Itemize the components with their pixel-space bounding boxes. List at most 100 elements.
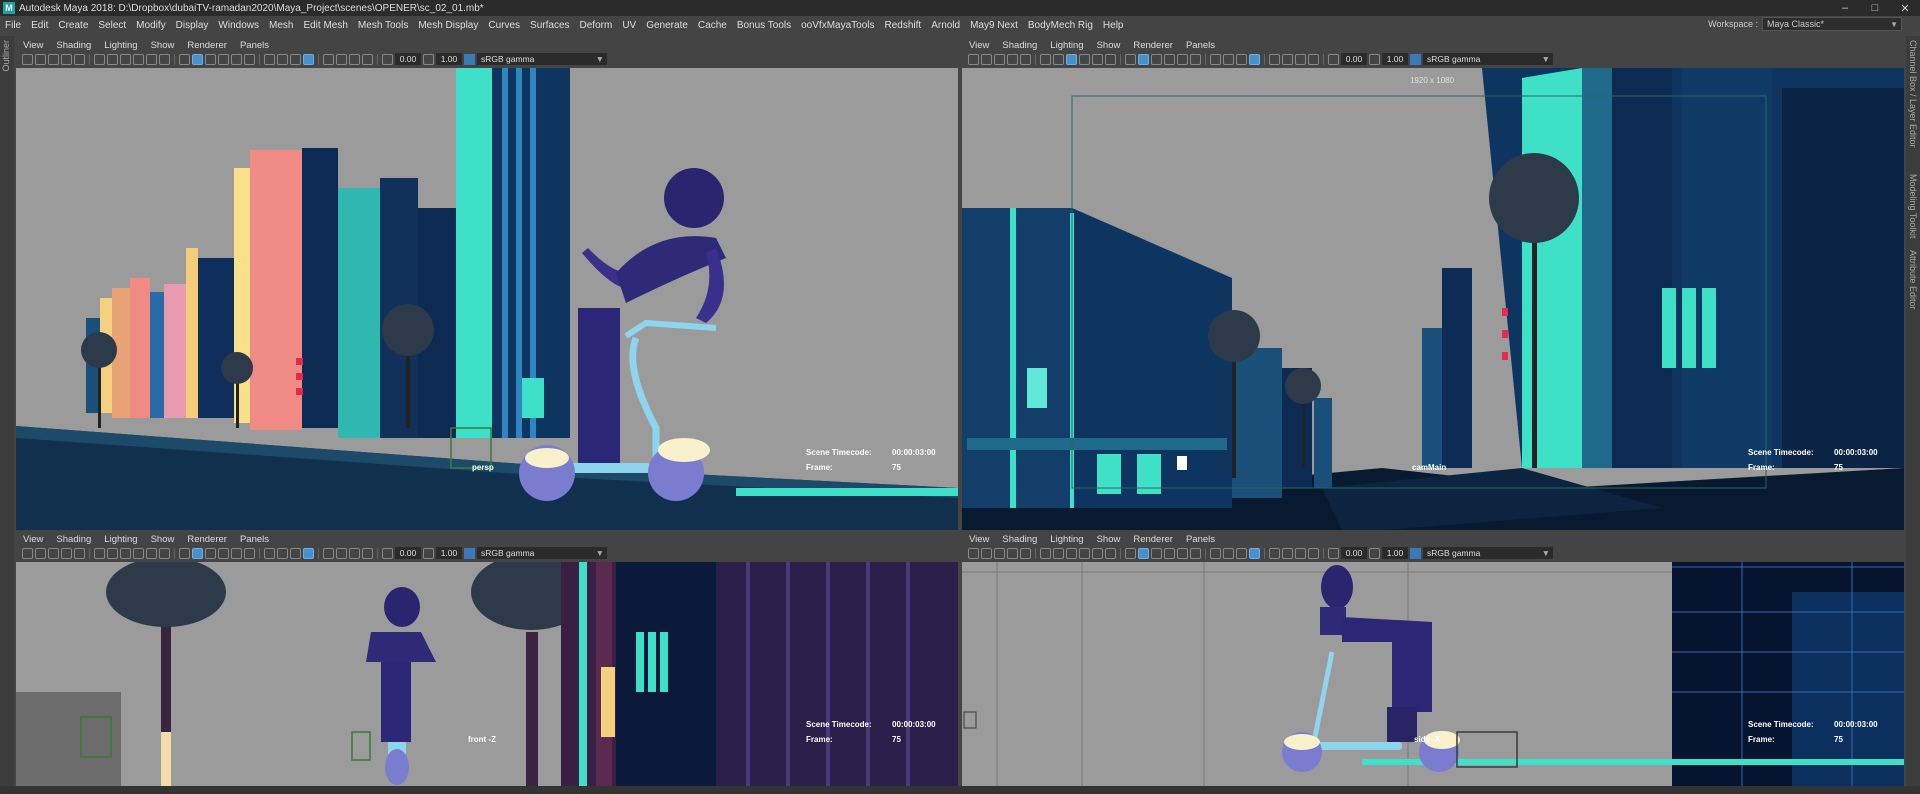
panel-menu-show[interactable]: Show (1090, 40, 1127, 51)
motion-blur-icon[interactable] (1223, 53, 1234, 65)
backface-icon[interactable] (362, 53, 373, 65)
gamma-field[interactable]: 1.00 (1382, 547, 1408, 559)
grid-icon[interactable] (94, 547, 105, 559)
shadows-icon[interactable] (1190, 53, 1201, 65)
xray-joints-icon[interactable] (1295, 547, 1306, 559)
textured-icon[interactable] (218, 53, 229, 65)
menu-generate[interactable]: Generate (641, 20, 693, 31)
color-management-icon[interactable] (464, 547, 475, 559)
menu-uv[interactable]: UV (617, 20, 641, 31)
menu-select[interactable]: Select (93, 20, 131, 31)
isolate-select-icon[interactable] (323, 547, 334, 559)
shaded-icon[interactable] (1138, 547, 1149, 559)
color-space-dropdown[interactable]: sRGB gamma ▼ (477, 547, 607, 559)
2d-pan-icon[interactable] (1020, 53, 1031, 65)
panel-menu-shading[interactable]: Shading (49, 534, 97, 545)
film-gate-icon[interactable] (1053, 547, 1064, 559)
isolate-select-icon[interactable] (1269, 547, 1280, 559)
xray-icon[interactable] (336, 547, 347, 559)
menu-windows[interactable]: Windows (213, 20, 264, 31)
menu-mesh-tools[interactable]: Mesh Tools (353, 20, 413, 31)
lights-icon[interactable] (231, 53, 242, 65)
panel-menu-view[interactable]: View (16, 40, 49, 51)
motion-blur-icon[interactable] (277, 547, 288, 559)
color-management-icon[interactable] (1410, 547, 1421, 559)
color-space-dropdown[interactable]: sRGB gamma ▼ (477, 53, 607, 65)
menu-bonus-tools[interactable]: Bonus Tools (732, 20, 796, 31)
menu-file[interactable]: File (0, 20, 26, 31)
gamma-icon[interactable] (423, 53, 434, 65)
resolution-gate-icon[interactable] (1066, 53, 1077, 65)
panel-menu-panels[interactable]: Panels (1179, 534, 1221, 545)
menu-deform[interactable]: Deform (575, 20, 618, 31)
2d-pan-icon[interactable] (1020, 547, 1031, 559)
panel-menu-shading[interactable]: Shading (49, 40, 97, 51)
viewport-canvas[interactable]: Scene Timecode: 00:00:03:00 Frame: 75 fr… (16, 562, 958, 786)
shadows-icon[interactable] (244, 547, 255, 559)
motion-blur-icon[interactable] (1223, 547, 1234, 559)
menu-display[interactable]: Display (171, 20, 214, 31)
panel-menu-lighting[interactable]: Lighting (1043, 40, 1089, 51)
resolution-gate-icon[interactable] (1066, 547, 1077, 559)
viewport-persp[interactable]: View Shading Lighting Show Renderer Pane… (16, 38, 958, 530)
antialiasing-icon[interactable] (1236, 53, 1247, 65)
panel-menu-view[interactable]: View (16, 534, 49, 545)
backface-icon[interactable] (1308, 53, 1319, 65)
gate-mask-icon[interactable] (1079, 53, 1090, 65)
exposure-icon[interactable] (1328, 547, 1339, 559)
gamma-field[interactable]: 1.00 (1382, 53, 1408, 65)
image-plane-icon[interactable] (61, 547, 72, 559)
modeling-toolkit-tab[interactable]: Modeling Toolkit (1908, 174, 1918, 238)
gamma-icon[interactable] (1369, 547, 1380, 559)
2d-pan-icon[interactable] (74, 53, 85, 65)
film-gate-icon[interactable] (107, 53, 118, 65)
lights-icon[interactable] (231, 547, 242, 559)
menu-mesh[interactable]: Mesh (264, 20, 298, 31)
panel-menu-lighting[interactable]: Lighting (97, 40, 143, 51)
textured-icon[interactable] (218, 547, 229, 559)
backface-icon[interactable] (1308, 547, 1319, 559)
xray-icon[interactable] (1282, 547, 1293, 559)
exposure-icon[interactable] (382, 547, 393, 559)
color-space-dropdown[interactable]: sRGB gamma ▼ (1423, 53, 1553, 65)
viewport-side[interactable]: View Shading Lighting Show Renderer Pane… (962, 532, 1904, 786)
camera-icon[interactable] (22, 53, 33, 65)
lights-icon[interactable] (1177, 53, 1188, 65)
camera-icon[interactable] (22, 547, 33, 559)
bookmark-icon[interactable] (48, 547, 59, 559)
shaded-icon[interactable] (192, 53, 203, 65)
field-chart-icon[interactable] (1092, 53, 1103, 65)
ambient-occlusion-icon[interactable] (264, 547, 275, 559)
antialiasing-icon[interactable] (290, 53, 301, 65)
menu-edit-mesh[interactable]: Edit Mesh (298, 20, 352, 31)
panel-menu-view[interactable]: View (962, 40, 995, 51)
antialiasing-icon[interactable] (1236, 547, 1247, 559)
panel-menu-shading[interactable]: Shading (995, 40, 1043, 51)
exposure-field[interactable]: 0.00 (1341, 547, 1367, 559)
viewport-front[interactable]: View Shading Lighting Show Renderer Pane… (16, 532, 958, 786)
panel-menu-view[interactable]: View (962, 534, 995, 545)
gate-mask-icon[interactable] (133, 547, 144, 559)
safe-action-icon[interactable] (159, 53, 170, 65)
minimize-icon[interactable]: – (1830, 0, 1860, 16)
panel-menu-panels[interactable]: Panels (1179, 40, 1221, 51)
wireframe-on-shaded-icon[interactable] (1151, 53, 1162, 65)
image-plane-icon[interactable] (1007, 547, 1018, 559)
panel-menu-show[interactable]: Show (1090, 534, 1127, 545)
bookmark-icon[interactable] (48, 53, 59, 65)
panel-menu-show[interactable]: Show (144, 40, 181, 51)
menu-may9-next[interactable]: May9 Next (965, 20, 1023, 31)
bookmark-icon[interactable] (994, 547, 1005, 559)
panel-menu-renderer[interactable]: Renderer (180, 40, 233, 51)
antialiasing-icon[interactable] (290, 547, 301, 559)
field-chart-icon[interactable] (146, 547, 157, 559)
safe-action-icon[interactable] (1105, 53, 1116, 65)
menu-mesh-display[interactable]: Mesh Display (413, 20, 483, 31)
depth-of-field-icon[interactable] (1249, 53, 1260, 65)
safe-action-icon[interactable] (159, 547, 170, 559)
gate-mask-icon[interactable] (133, 53, 144, 65)
panel-menu-panels[interactable]: Panels (233, 534, 275, 545)
menu-arnold[interactable]: Arnold (926, 20, 965, 31)
resolution-gate-icon[interactable] (120, 53, 131, 65)
panel-menu-panels[interactable]: Panels (233, 40, 275, 51)
